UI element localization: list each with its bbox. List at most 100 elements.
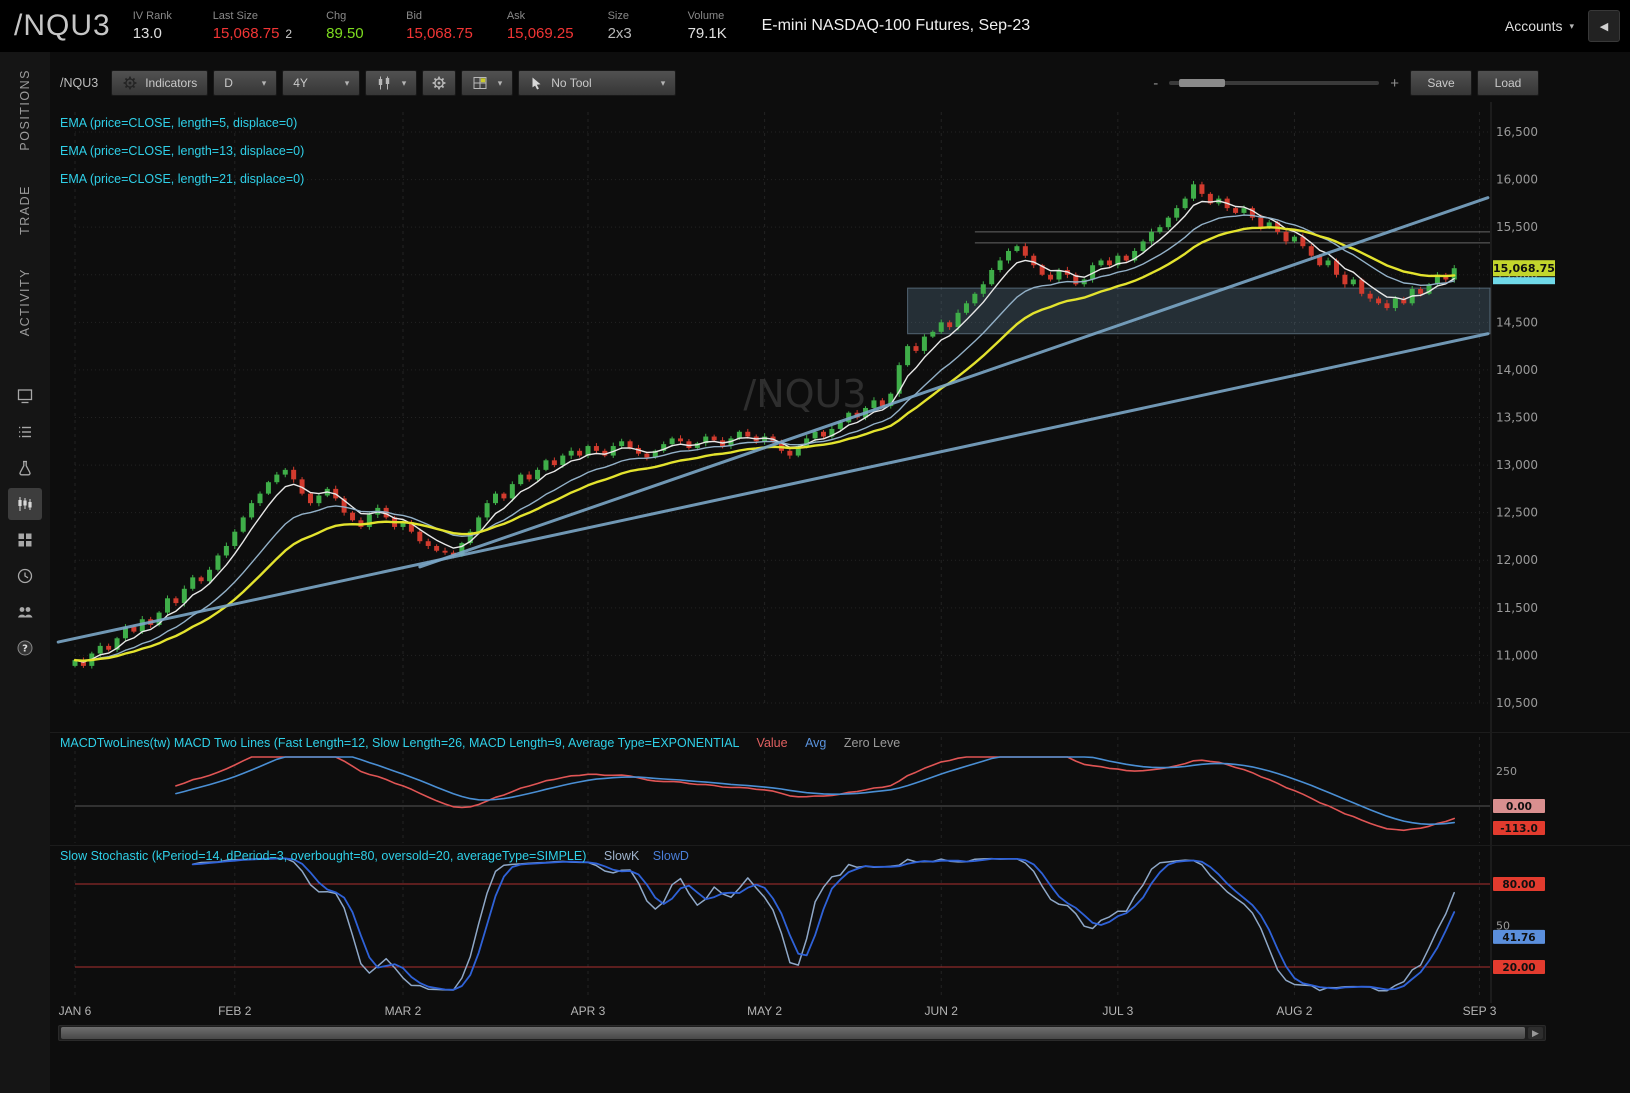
zoom-in-button[interactable]: +	[1384, 75, 1405, 92]
svg-text:-113.0: -113.0	[1500, 823, 1538, 835]
chart-toolbar: /NQU3 Indicators D ▾ 4Y ▾ ▾ ▾	[56, 68, 1630, 98]
svg-text:14,500: 14,500	[1496, 315, 1538, 329]
svg-text:14,000: 14,000	[1496, 363, 1538, 377]
quote-field-chg: Chg89.50	[326, 10, 372, 42]
x-axis-label: SEP 3	[1463, 1004, 1497, 1018]
chevron-left-icon: ◀	[1600, 20, 1608, 33]
quote-field-label: Ask	[507, 10, 574, 22]
ema5-label[interactable]: EMA (price=CLOSE, length=5, displace=0)	[60, 109, 304, 137]
contract-description: E-mini NASDAQ-100 Futures, Sep-23	[762, 17, 1031, 35]
quote-field-label: Size	[608, 10, 654, 22]
sidebar-tab-trade[interactable]: TRADE	[0, 168, 50, 252]
quote-field-value: 15,068.75	[406, 25, 473, 42]
stoch-study-label[interactable]: Slow Stochastic (kPeriod=14, dPeriod=3, …	[60, 849, 689, 863]
price-chart[interactable]: /NQU316,50016,00015,50015,00014,50014,00…	[50, 102, 1630, 732]
quote-field-value: 79.1K	[688, 25, 727, 42]
chart-scrollbar-handle[interactable]	[61, 1027, 1525, 1039]
chevron-down-icon: ▾	[345, 78, 350, 89]
svg-text:80.00: 80.00	[1502, 879, 1535, 891]
quote-field-value: 13.0	[133, 25, 162, 42]
quote-field-label: Bid	[406, 10, 473, 22]
svg-text:16,000: 16,000	[1496, 173, 1538, 187]
sidebar-watchlist-icon[interactable]	[8, 416, 42, 448]
macd-study-label[interactable]: MACDTwoLines(tw) MACD Two Lines (Fast Le…	[60, 736, 900, 750]
sidebar-tab-activity[interactable]: ACTIVITY	[0, 251, 50, 353]
chevron-down-icon: ▾	[262, 78, 267, 89]
quote-field-value: 2x3	[608, 25, 632, 42]
sidebar-clock-icon[interactable]	[8, 560, 42, 592]
layout-icon	[472, 75, 488, 91]
svg-text:11,000: 11,000	[1496, 648, 1538, 662]
zoom-slider-handle[interactable]	[1179, 79, 1225, 87]
svg-text:41.76: 41.76	[1502, 932, 1535, 944]
quote-field-size: 2	[285, 27, 292, 41]
chevron-down-icon: ▾	[402, 78, 407, 89]
quote-field-last-size: Last Size15,068.752	[213, 10, 292, 42]
sidebar-monitor-icon[interactable]	[8, 380, 42, 412]
load-button[interactable]: Load	[1477, 70, 1539, 96]
chevron-down-icon: ▾	[498, 78, 503, 89]
indicators-icon	[122, 75, 138, 91]
quote-field-size: Size 2x3	[608, 10, 654, 42]
svg-text:15,068.75: 15,068.75	[1493, 262, 1555, 275]
time-axis: JAN 6FEB 2MAR 2APR 3MAY 2JUN 2JUL 3AUG 2…	[50, 1004, 1630, 1022]
sidebar-help-icon[interactable]: ?	[8, 632, 42, 664]
trading-app-window: /NQU3 IV Rank13.0Last Size15,068.752Chg8…	[0, 0, 1630, 1093]
sidebar-people-icon[interactable]	[8, 596, 42, 628]
macd-avg-label: Avg	[805, 736, 826, 750]
chart-settings-button[interactable]	[422, 70, 456, 96]
x-axis-label: APR 3	[571, 1004, 606, 1018]
timeframe-value: D	[224, 76, 233, 90]
svg-text:/NQU3: /NQU3	[743, 372, 866, 416]
quote-field-label: IV Rank	[133, 10, 179, 22]
x-axis-label: MAR 2	[385, 1004, 422, 1018]
ema21-label[interactable]: EMA (price=CLOSE, length=21, displace=0)	[60, 165, 304, 193]
indicators-label: Indicators	[145, 76, 197, 90]
sidebar-tab-label: TRADE	[18, 185, 32, 235]
svg-text:?: ?	[22, 643, 28, 654]
accounts-menu[interactable]: Accounts ▾	[1505, 18, 1574, 34]
grid-layout-dropdown[interactable]: ▾	[461, 70, 513, 96]
timeframe-dropdown[interactable]: D ▾	[213, 70, 277, 96]
quote-field-iv-rank: IV Rank 13.0	[133, 10, 179, 42]
x-axis-label: AUG 2	[1276, 1004, 1312, 1018]
macd-title: MACDTwoLines(tw) MACD Two Lines (Fast Le…	[60, 736, 739, 750]
quote-field-value: 15,069.25	[507, 25, 574, 42]
quote-field-ask: Ask 15,069.25	[507, 10, 574, 42]
chart-symbol-label[interactable]: /NQU3	[56, 76, 106, 90]
svg-text:15,500: 15,500	[1496, 220, 1538, 234]
sidebar-grid-icon[interactable]	[8, 524, 42, 556]
stoch-panel[interactable]: 5080.0041.7620.00	[50, 845, 1630, 1003]
quote-header: /NQU3 IV Rank13.0Last Size15,068.752Chg8…	[0, 0, 1630, 52]
sidebar-tab-positions[interactable]: POSITIONS	[0, 52, 50, 168]
quote-field-value: 15,068.75	[213, 25, 280, 42]
indicators-button[interactable]: Indicators	[111, 70, 208, 96]
sidebar-flask-icon[interactable]	[8, 452, 42, 484]
svg-text:10,500: 10,500	[1496, 696, 1538, 710]
svg-text:0.00: 0.00	[1506, 801, 1532, 813]
quote-fields: IV Rank13.0Last Size15,068.752Chg89.50Bi…	[133, 10, 734, 42]
x-axis-label: JUN 2	[925, 1004, 958, 1018]
chart-scrollbar[interactable]: ▶	[58, 1025, 1546, 1041]
zoom-slider[interactable]	[1169, 81, 1379, 85]
drawing-tool-dropdown[interactable]: No Tool ▾	[518, 70, 676, 96]
candlestick-icon	[376, 75, 392, 91]
stoch-k-label: SlowK	[604, 849, 639, 863]
svg-text:250: 250	[1496, 765, 1517, 778]
collapse-panel-button[interactable]: ◀	[1588, 10, 1620, 42]
zoom-out-button[interactable]: -	[1147, 75, 1164, 92]
accounts-label: Accounts	[1505, 18, 1563, 34]
cursor-icon	[529, 76, 544, 91]
quote-field-bid: Bid 15,068.75	[406, 10, 473, 42]
gear-icon	[431, 75, 447, 91]
ema13-label[interactable]: EMA (price=CLOSE, length=13, displace=0)	[60, 137, 304, 165]
sidebar-chart-icon[interactable]	[8, 488, 42, 520]
stoch-d-label: SlowD	[653, 849, 689, 863]
drawing-tool-value: No Tool	[551, 76, 653, 90]
range-dropdown[interactable]: 4Y ▾	[282, 70, 360, 96]
x-axis-label: MAY 2	[747, 1004, 782, 1018]
sidebar: POSITIONS TRADE ACTIVITY ?	[0, 52, 51, 1093]
save-button[interactable]: Save	[1410, 70, 1472, 96]
chart-type-dropdown[interactable]: ▾	[365, 70, 417, 96]
scroll-right-arrow-icon[interactable]: ▶	[1528, 1027, 1543, 1039]
